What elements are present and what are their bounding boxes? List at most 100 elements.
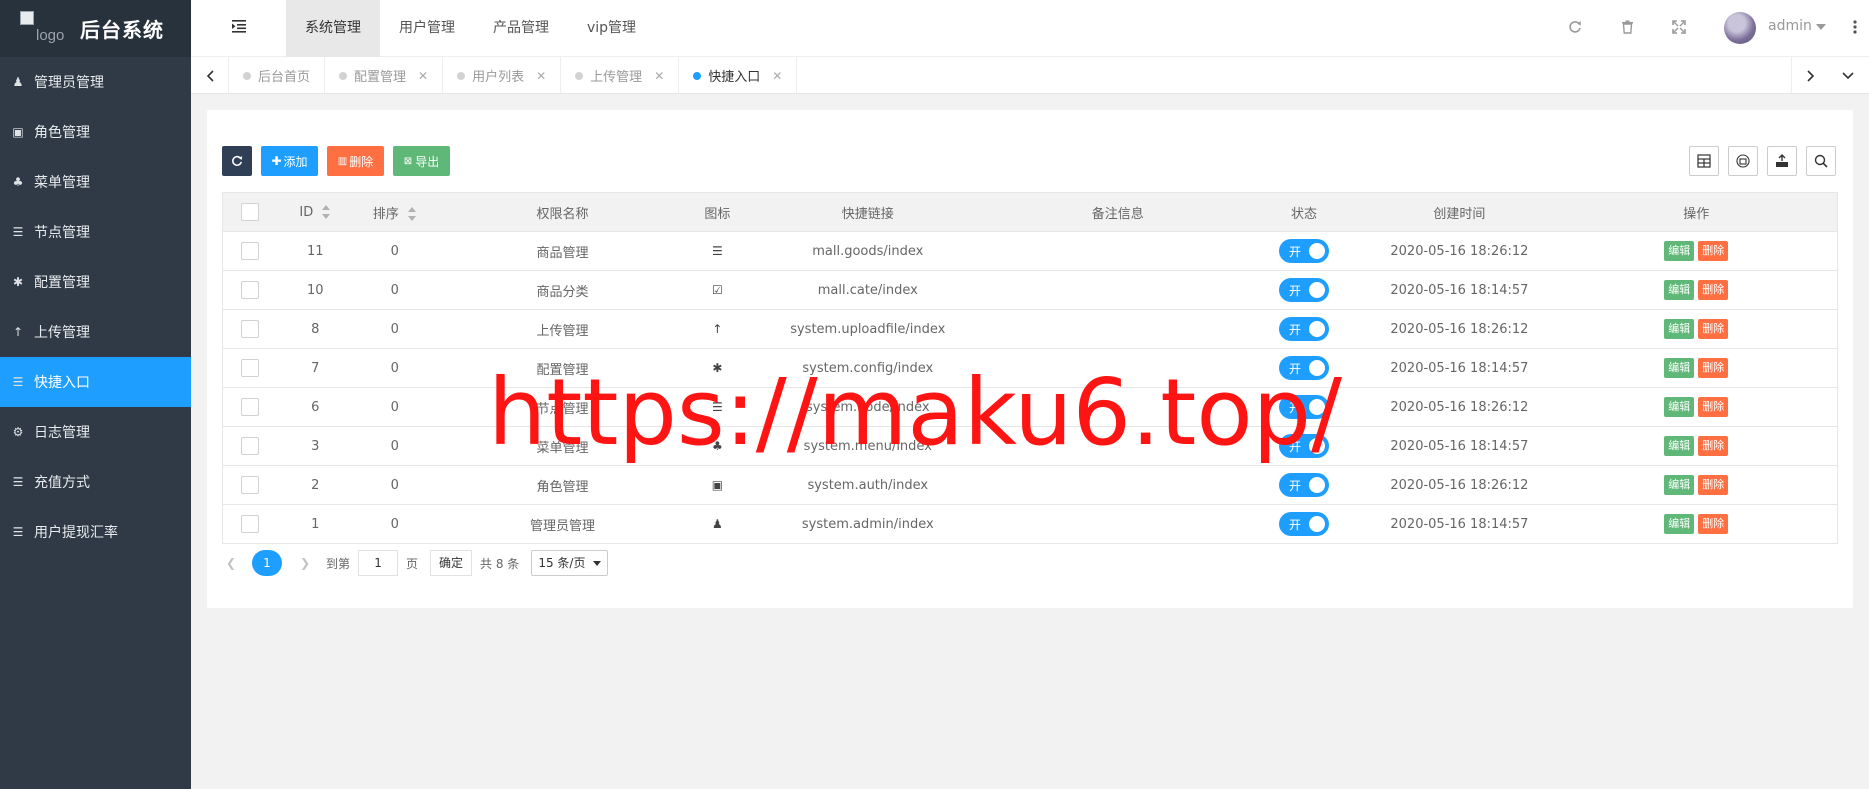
sort-icon[interactable] — [321, 205, 331, 219]
prev-page-button[interactable]: ❮ — [222, 556, 240, 570]
sidebar-item[interactable]: ☰ 节点管理 — [0, 207, 191, 257]
page-number-input[interactable]: 1 — [358, 550, 399, 576]
admin-name[interactable]: admin — [1768, 18, 1812, 34]
edit-button[interactable]: 编辑 — [1664, 358, 1695, 378]
avatar[interactable] — [1724, 12, 1756, 44]
tabs-prev-button[interactable] — [191, 57, 229, 94]
row-select-cell[interactable] — [222, 387, 277, 427]
sidebar-item[interactable]: ♟ 管理员管理 — [0, 57, 191, 107]
edit-button[interactable]: 编辑 — [1664, 280, 1695, 300]
table-row[interactable]: 11 0 商品管理 ☰ mall.goods/index 开 2020-05-16 18:2… — [222, 231, 1838, 271]
print-button[interactable] — [1728, 146, 1758, 176]
sidebar-item[interactable]: ☰ 充值方式 — [0, 457, 191, 507]
row-select-cell[interactable] — [222, 270, 277, 310]
row-checkbox[interactable] — [240, 398, 259, 416]
sidebar-item[interactable]: ⚙ 日志管理 — [0, 407, 191, 457]
tabs-more-button[interactable] — [1829, 57, 1867, 94]
more-options-button[interactable] — [1846, 18, 1864, 36]
search-button[interactable] — [1806, 146, 1836, 176]
clear-cache-button[interactable] — [1618, 18, 1636, 36]
delete-button[interactable]: ▥ 删除 — [327, 146, 384, 176]
row-checkbox[interactable] — [240, 437, 259, 455]
page-tab[interactable]: 配置管理 ✕ — [325, 57, 444, 94]
row-delete-button[interactable]: 删除 — [1698, 358, 1729, 378]
edit-button[interactable]: 编辑 — [1664, 436, 1695, 456]
top-nav: 系统管理 用户管理 产品管理 vip管理 — [286, 0, 655, 57]
top-nav-tab[interactable]: 系统管理 — [286, 0, 380, 57]
status-toggle[interactable]: 开 — [1278, 473, 1329, 497]
row-checkbox[interactable] — [240, 320, 259, 338]
table-row[interactable]: 8 0 上传管理 ↑ system.uploadfile/index 开 2020-05-1… — [222, 309, 1838, 349]
edit-button[interactable]: 编辑 — [1664, 241, 1695, 261]
row-checkbox[interactable] — [240, 515, 259, 533]
page-tab[interactable]: 后台首页 — [229, 57, 326, 94]
row-select-cell[interactable] — [222, 504, 277, 544]
sidebar-item[interactable]: ✱ 配置管理 — [0, 257, 191, 307]
page-tab[interactable]: 用户列表 ✕ — [443, 57, 562, 94]
top-nav-tab[interactable]: 用户管理 — [380, 0, 474, 57]
row-checkbox[interactable] — [240, 476, 259, 494]
row-checkbox[interactable] — [240, 359, 259, 377]
status-toggle[interactable]: 开 — [1278, 512, 1329, 536]
row-checkbox[interactable] — [240, 242, 259, 260]
caret-down-icon[interactable] — [1816, 24, 1826, 30]
reload-table-button[interactable] — [222, 146, 252, 176]
column-header-id[interactable]: ID — [276, 192, 355, 232]
sidebar-item[interactable]: ↑ 上传管理 — [0, 307, 191, 357]
row-select-cell[interactable] — [222, 231, 277, 271]
fullscreen-button[interactable] — [1670, 18, 1688, 36]
tabs-next-button[interactable] — [1791, 57, 1829, 94]
page-size-select[interactable]: 15 条/页 — [531, 550, 609, 576]
row-delete-button[interactable]: 删除 — [1698, 280, 1729, 300]
row-select-cell[interactable] — [222, 426, 277, 466]
add-button[interactable]: ✚ 添加 — [261, 146, 318, 176]
column-header-status: 状态 — [1244, 192, 1364, 232]
table-row[interactable]: 10 0 商品分类 ☑ mall.cate/index 开 2020-05-16 18:14… — [222, 270, 1838, 310]
app-title: 后台系统 — [80, 18, 164, 42]
column-filter-button[interactable] — [1689, 146, 1719, 176]
sort-icon[interactable] — [407, 207, 417, 221]
top-nav-tab[interactable]: vip管理 — [568, 0, 655, 57]
sidebar-item[interactable]: ♣ 菜单管理 — [0, 157, 191, 207]
page-tab[interactable]: 快捷入口 ✕ — [679, 57, 798, 94]
row-select-cell[interactable] — [222, 465, 277, 505]
row-checkbox[interactable] — [240, 281, 259, 299]
select-all-checkbox[interactable] — [240, 203, 259, 221]
close-icon[interactable]: ✕ — [536, 69, 546, 83]
row-select-cell[interactable] — [222, 309, 277, 349]
page-tab[interactable]: 上传管理 ✕ — [561, 57, 680, 94]
row-delete-button[interactable]: 删除 — [1698, 241, 1729, 261]
status-toggle[interactable]: 开 — [1278, 317, 1329, 341]
next-page-button[interactable]: ❯ — [296, 556, 314, 570]
close-icon[interactable]: ✕ — [772, 69, 782, 83]
export-table-button[interactable] — [1767, 146, 1797, 176]
edit-button[interactable]: 编辑 — [1664, 514, 1695, 534]
sidebar-item[interactable]: ☰ 用户提现汇率 — [0, 507, 191, 557]
row-delete-button[interactable]: 删除 — [1698, 514, 1729, 534]
row-delete-button[interactable]: 删除 — [1698, 436, 1729, 456]
row-delete-button[interactable]: 删除 — [1698, 475, 1729, 495]
export-button[interactable]: ⊠ 导出 — [393, 146, 450, 176]
row-delete-button[interactable]: 删除 — [1698, 319, 1729, 339]
refresh-page-button[interactable] — [1566, 18, 1584, 36]
table-row[interactable]: 2 0 角色管理 ▣ system.auth/index 开 2020-05-16 18:2… — [222, 465, 1838, 505]
table-row[interactable]: 1 0 管理员管理 ♟ system.admin/index 开 2020-05-16 18… — [222, 504, 1838, 544]
close-icon[interactable]: ✕ — [654, 69, 664, 83]
top-nav-tab[interactable]: 产品管理 — [474, 0, 568, 57]
edit-button[interactable]: 编辑 — [1664, 475, 1695, 495]
edit-button[interactable]: 编辑 — [1664, 319, 1695, 339]
close-icon[interactable]: ✕ — [418, 69, 428, 83]
row-select-cell[interactable] — [222, 348, 277, 388]
current-page[interactable]: 1 — [252, 550, 282, 576]
sidebar-item[interactable]: ▣ 角色管理 — [0, 107, 191, 157]
status-toggle[interactable]: 开 — [1278, 278, 1329, 302]
collapse-menu-button[interactable] — [231, 18, 247, 34]
status-toggle[interactable]: 开 — [1278, 239, 1329, 263]
confirm-page-button[interactable]: 确定 — [430, 550, 473, 576]
column-header-sort[interactable]: 排序 — [354, 192, 435, 232]
select-all-cell[interactable] — [222, 192, 277, 232]
edit-button[interactable]: 编辑 — [1664, 397, 1695, 417]
sidebar-item[interactable]: ☰ 快捷入口 — [0, 357, 191, 407]
cell-created: 2020-05-16 18:14:57 — [1363, 426, 1556, 466]
row-delete-button[interactable]: 删除 — [1698, 397, 1729, 417]
